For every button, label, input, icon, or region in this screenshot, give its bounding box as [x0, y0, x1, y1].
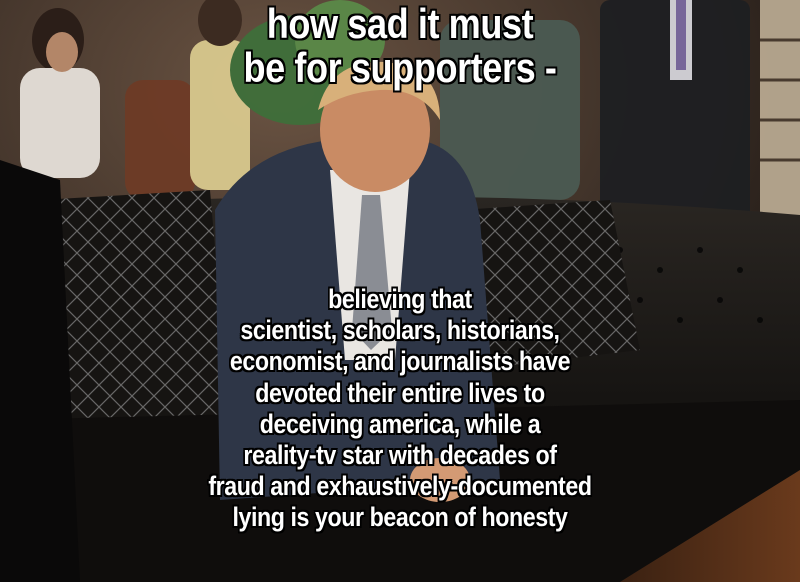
bottom-caption: believing that scientist, scholars, hist…: [56, 283, 744, 534]
bottom-caption-line: believing that: [328, 283, 473, 315]
top-caption: how sad it must be for supporters -: [56, 0, 744, 91]
top-caption-line: how sad it must: [266, 0, 534, 47]
bottom-caption-line: fraud and exhaustively-documented: [208, 470, 593, 502]
bottom-caption-line: reality-tv star with decades of: [243, 439, 558, 471]
top-caption-line: be for supporters -: [243, 44, 558, 91]
bottom-caption-line: scientist, scholars, historians,: [240, 314, 561, 346]
meme-image: how sad it must be for supporters - beli…: [0, 0, 800, 582]
bottom-caption-line: devoted their entire lives to: [255, 377, 546, 409]
bottom-caption-line: deceiving america, while a: [259, 408, 541, 440]
bottom-caption-line: lying is your beacon of honesty: [232, 502, 569, 534]
bottom-caption-line: economist, and journalists have: [229, 346, 571, 378]
